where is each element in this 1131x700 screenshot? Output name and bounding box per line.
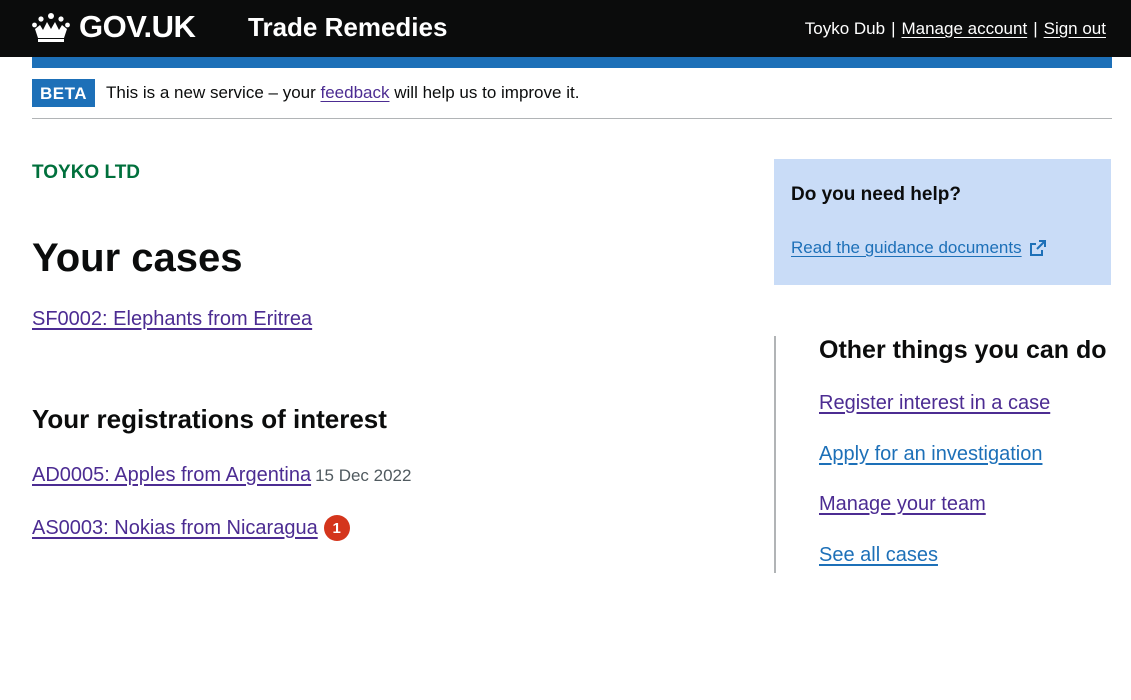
case-link[interactable]: SF0002: Elephants from Eritrea bbox=[32, 308, 312, 331]
govuk-logo[interactable]: GOV.UK bbox=[31, 9, 196, 45]
help-title: Do you need help? bbox=[791, 184, 961, 205]
list-item: Apply for an investigation bbox=[819, 443, 1050, 494]
phase-banner: BETA This is a new service – your feedba… bbox=[32, 79, 1112, 119]
register-interest-link[interactable]: Register interest in a case bbox=[819, 392, 1050, 414]
list-item: AD0005: Apples from Argentina 15 Dec 202… bbox=[32, 464, 411, 487]
logo-text: GOV.UK bbox=[79, 9, 196, 44]
list-item: AS0003: Nokias from Nicaragua 1 bbox=[32, 515, 350, 541]
manage-account-link[interactable]: Manage account bbox=[901, 19, 1027, 39]
guidance-link[interactable]: Read the guidance documents bbox=[791, 238, 1047, 258]
other-things-list: Register interest in a case Apply for an… bbox=[819, 392, 1050, 594]
header-blue-bar bbox=[32, 57, 1112, 68]
organisation-caption: TOYKO LTD bbox=[32, 162, 141, 183]
registration-link[interactable]: AD0005: Apples from Argentina bbox=[32, 464, 311, 487]
registrations-heading: Your registrations of interest bbox=[32, 404, 387, 434]
feedback-link[interactable]: feedback bbox=[321, 83, 390, 102]
nav-separator: | bbox=[1033, 19, 1038, 38]
page-title: Your cases bbox=[32, 236, 243, 280]
sign-out-link[interactable]: Sign out bbox=[1044, 19, 1106, 39]
nav-separator: | bbox=[891, 19, 896, 38]
list-item: Manage your team bbox=[819, 493, 1050, 544]
phase-text-before: This is a new service – your bbox=[106, 83, 316, 102]
header-nav: Toyko Dub | Manage account | Sign out bbox=[805, 19, 1106, 39]
other-things-heading: Other things you can do bbox=[819, 336, 1107, 364]
crown-icon bbox=[32, 13, 70, 42]
help-panel: Do you need help? Read the guidance docu… bbox=[774, 159, 1111, 285]
sidebar-divider bbox=[774, 336, 776, 573]
guidance-link-label: Read the guidance documents bbox=[791, 238, 1022, 257]
site-header: GOV.UK Trade Remedies Toyko Dub | Manage… bbox=[0, 0, 1131, 57]
list-item: See all cases bbox=[819, 544, 1050, 595]
apply-investigation-link[interactable]: Apply for an investigation bbox=[819, 443, 1042, 465]
service-name[interactable]: Trade Remedies bbox=[248, 12, 447, 43]
user-name: Toyko Dub bbox=[804, 19, 886, 38]
phase-text-after: will help us to improve it. bbox=[394, 83, 580, 102]
beta-tag: BETA bbox=[32, 79, 96, 107]
see-all-cases-link[interactable]: See all cases bbox=[819, 544, 938, 566]
external-link-icon bbox=[1029, 240, 1046, 256]
phase-banner-text: This is a new service – your feedback wi… bbox=[106, 79, 579, 107]
registration-date: 15 Dec 2022 bbox=[315, 465, 412, 485]
list-item: Register interest in a case bbox=[819, 392, 1050, 443]
registration-link[interactable]: AS0003: Nokias from Nicaragua bbox=[32, 517, 318, 540]
notification-badge: 1 bbox=[323, 515, 350, 541]
manage-team-link[interactable]: Manage your team bbox=[819, 493, 986, 515]
